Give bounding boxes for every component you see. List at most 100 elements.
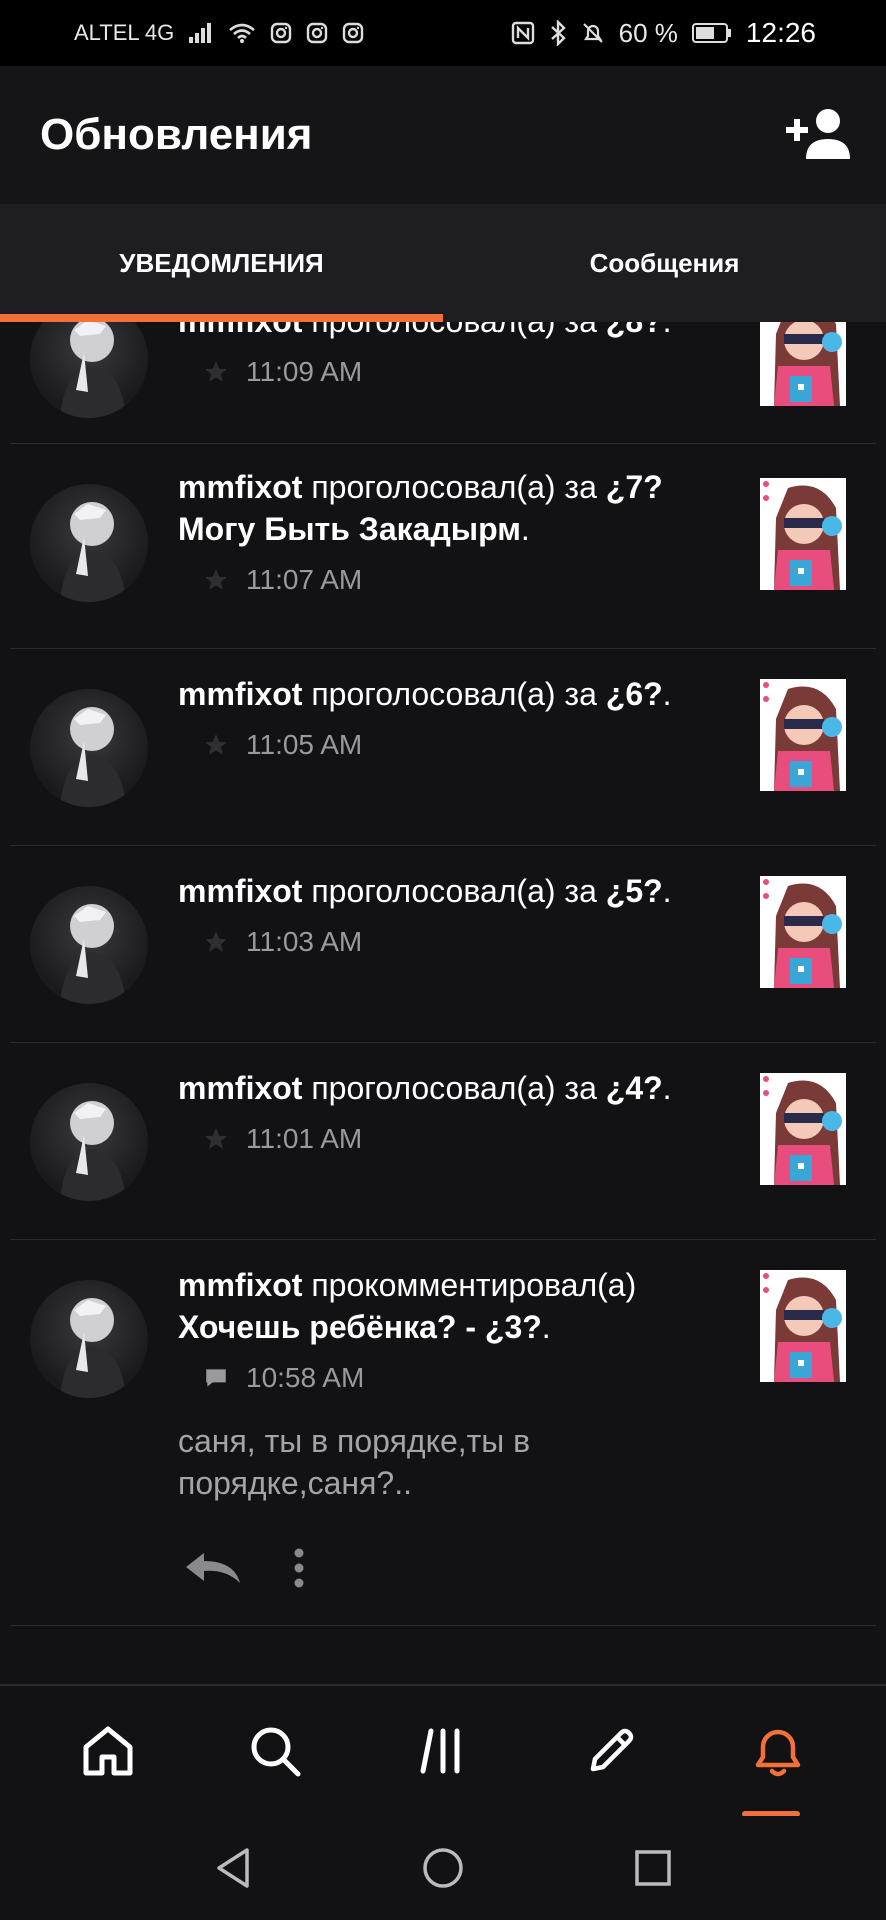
tab-notifications[interactable]: УВЕДОМЛЕНИЯ bbox=[0, 204, 443, 322]
avatar[interactable] bbox=[30, 1280, 148, 1398]
carrier-label: ALTEL 4G bbox=[74, 20, 175, 45]
system-navigation-bar bbox=[0, 1816, 886, 1920]
notification-target[interactable]: ¿6? bbox=[606, 676, 663, 712]
story-cover-thumbnail[interactable] bbox=[760, 1073, 846, 1185]
notification-target[interactable]: Хочешь ребёнка? - ¿3? bbox=[178, 1309, 542, 1345]
notification-feed[interactable]: mmfixot проголосовал(а) за ¿8?. 11:09 AM… bbox=[0, 322, 886, 1684]
nav-library-button[interactable] bbox=[395, 1703, 491, 1799]
notification-user[interactable]: mmfixot bbox=[178, 873, 302, 909]
notification-user[interactable]: mmfixot bbox=[178, 322, 302, 339]
instagram-icon bbox=[342, 22, 364, 44]
pencil-icon bbox=[590, 1728, 633, 1772]
nav-write-button[interactable] bbox=[563, 1703, 659, 1799]
list-item[interactable]: mmfixot прокомментировал(а) Хочешь ребён… bbox=[10, 1240, 876, 1626]
library-icon bbox=[420, 1728, 460, 1774]
instagram-icon bbox=[270, 22, 292, 44]
story-cover-thumbnail[interactable] bbox=[760, 478, 846, 590]
notification-action: прокомментировал(а) bbox=[302, 1267, 637, 1303]
comment-icon bbox=[202, 1364, 230, 1392]
star-icon bbox=[202, 358, 230, 386]
story-cover-thumbnail[interactable] bbox=[760, 1270, 846, 1382]
status-right: 60 % 12:26 bbox=[511, 17, 816, 49]
back-triangle-icon bbox=[217, 1848, 249, 1888]
notification-action: проголосовал(а) за bbox=[302, 1070, 606, 1106]
signal-icon bbox=[188, 22, 214, 44]
notification-action: проголосовал(а) за bbox=[302, 676, 606, 712]
notification-time: 11:03 AM bbox=[246, 926, 363, 957]
list-item[interactable]: mmfixot проголосовал(а) за ¿8?. 11:09 AM bbox=[10, 322, 876, 444]
nav-search-button[interactable] bbox=[227, 1703, 323, 1799]
story-cover-thumbnail[interactable] bbox=[760, 679, 846, 791]
nfc-icon bbox=[511, 21, 535, 45]
notification-time: 10:58 AM bbox=[246, 1362, 365, 1393]
bell-muted-icon bbox=[581, 21, 605, 45]
notification-text: mmfixot прокомментировал(а) Хочешь ребён… bbox=[178, 1264, 710, 1348]
notification-text: mmfixot проголосовал(а) за ¿4?. bbox=[178, 1067, 710, 1109]
star-icon bbox=[202, 566, 230, 594]
avatar[interactable] bbox=[30, 322, 148, 418]
notification-time: 11:05 AM bbox=[246, 729, 363, 760]
notification-time: 11:01 AM bbox=[246, 1123, 363, 1154]
story-cover-thumbnail[interactable] bbox=[760, 322, 846, 406]
search-icon bbox=[251, 1727, 301, 1777]
status-bar: ALTEL 4G 60 % 12:26 bbox=[0, 0, 886, 66]
avatar[interactable] bbox=[30, 484, 148, 602]
notification-suffix: . bbox=[541, 1309, 551, 1345]
avatar[interactable] bbox=[30, 886, 148, 1004]
notification-body: mmfixot прокомментировал(а) Хочешь ребён… bbox=[178, 1264, 710, 1600]
battery-icon bbox=[691, 22, 732, 44]
comment-text: саня, ты в порядке,ты в порядке,саня?.. bbox=[178, 1423, 531, 1501]
notification-meta: 11:07 AM bbox=[178, 564, 710, 596]
system-home-button[interactable] bbox=[413, 1838, 473, 1898]
notification-user[interactable]: mmfixot bbox=[178, 1267, 302, 1303]
wifi-icon bbox=[228, 22, 256, 44]
avatar[interactable] bbox=[30, 1083, 148, 1201]
notification-meta: 10:58 AM bbox=[178, 1362, 710, 1394]
notification-user[interactable]: mmfixot bbox=[178, 469, 302, 505]
notification-meta: 11:09 AM bbox=[178, 356, 710, 388]
notification-suffix: . bbox=[662, 676, 672, 712]
list-item[interactable]: mmfixot проголосовал(а) за ¿7? Могу Быть… bbox=[10, 444, 876, 649]
tab-bar: УВЕДОМЛЕНИЯ Сообщения bbox=[0, 204, 886, 322]
notification-body: mmfixot проголосовал(а) за ¿8?. 11:09 AM bbox=[178, 322, 710, 388]
home-icon bbox=[83, 1726, 133, 1776]
list-item[interactable]: mmfixot проголосовал(а) за ¿5?. 11:03 AM bbox=[10, 846, 876, 1043]
recents-square-icon bbox=[635, 1850, 671, 1886]
tab-messages[interactable]: Сообщения bbox=[443, 204, 886, 322]
more-vertical-icon bbox=[294, 1548, 304, 1587]
notification-user[interactable]: mmfixot bbox=[178, 676, 302, 712]
nav-home-button[interactable] bbox=[60, 1703, 156, 1799]
notification-text: mmfixot проголосовал(а) за ¿6?. bbox=[178, 673, 710, 715]
system-recents-button[interactable] bbox=[623, 1838, 683, 1898]
more-options-button[interactable] bbox=[292, 1547, 306, 1594]
notification-meta: 11:01 AM bbox=[178, 1123, 710, 1155]
reply-icon bbox=[186, 1552, 240, 1583]
feed-list: mmfixot проголосовал(а) за ¿8?. 11:09 AM… bbox=[0, 322, 886, 1626]
bluetooth-icon bbox=[549, 20, 567, 46]
notification-suffix: . bbox=[520, 511, 530, 547]
notification-suffix: . bbox=[662, 873, 672, 909]
add-user-button[interactable] bbox=[778, 95, 858, 175]
notification-target[interactable]: ¿4? bbox=[606, 1070, 663, 1106]
list-item[interactable]: mmfixot проголосовал(а) за ¿6?. 11:05 AM bbox=[10, 649, 876, 846]
notification-meta: 11:03 AM bbox=[178, 926, 710, 958]
bell-icon bbox=[755, 1729, 801, 1777]
story-cover-thumbnail[interactable] bbox=[760, 876, 846, 988]
notification-target[interactable]: ¿5? bbox=[606, 873, 663, 909]
system-back-button[interactable] bbox=[203, 1838, 263, 1898]
home-circle-icon bbox=[423, 1848, 463, 1888]
notification-time: 11:09 AM bbox=[246, 356, 363, 387]
list-item[interactable]: mmfixot проголосовал(а) за ¿4?. 11:01 AM bbox=[10, 1043, 876, 1240]
notification-text: mmfixot проголосовал(а) за ¿7? Могу Быть… bbox=[178, 466, 710, 550]
notification-body: mmfixot проголосовал(а) за ¿5?. 11:03 AM bbox=[178, 870, 710, 958]
notification-target[interactable]: ¿8? bbox=[606, 322, 663, 339]
bottom-nav bbox=[0, 1684, 886, 1817]
notification-suffix: . bbox=[662, 1070, 672, 1106]
reply-button[interactable] bbox=[184, 1551, 242, 1590]
notification-meta: 11:05 AM bbox=[178, 729, 710, 761]
notification-text: mmfixot проголосовал(а) за ¿8?. bbox=[178, 322, 710, 342]
avatar[interactable] bbox=[30, 689, 148, 807]
page-title: Обновления bbox=[40, 110, 313, 159]
nav-notifications-button[interactable] bbox=[730, 1703, 826, 1817]
notification-user[interactable]: mmfixot bbox=[178, 1070, 302, 1106]
